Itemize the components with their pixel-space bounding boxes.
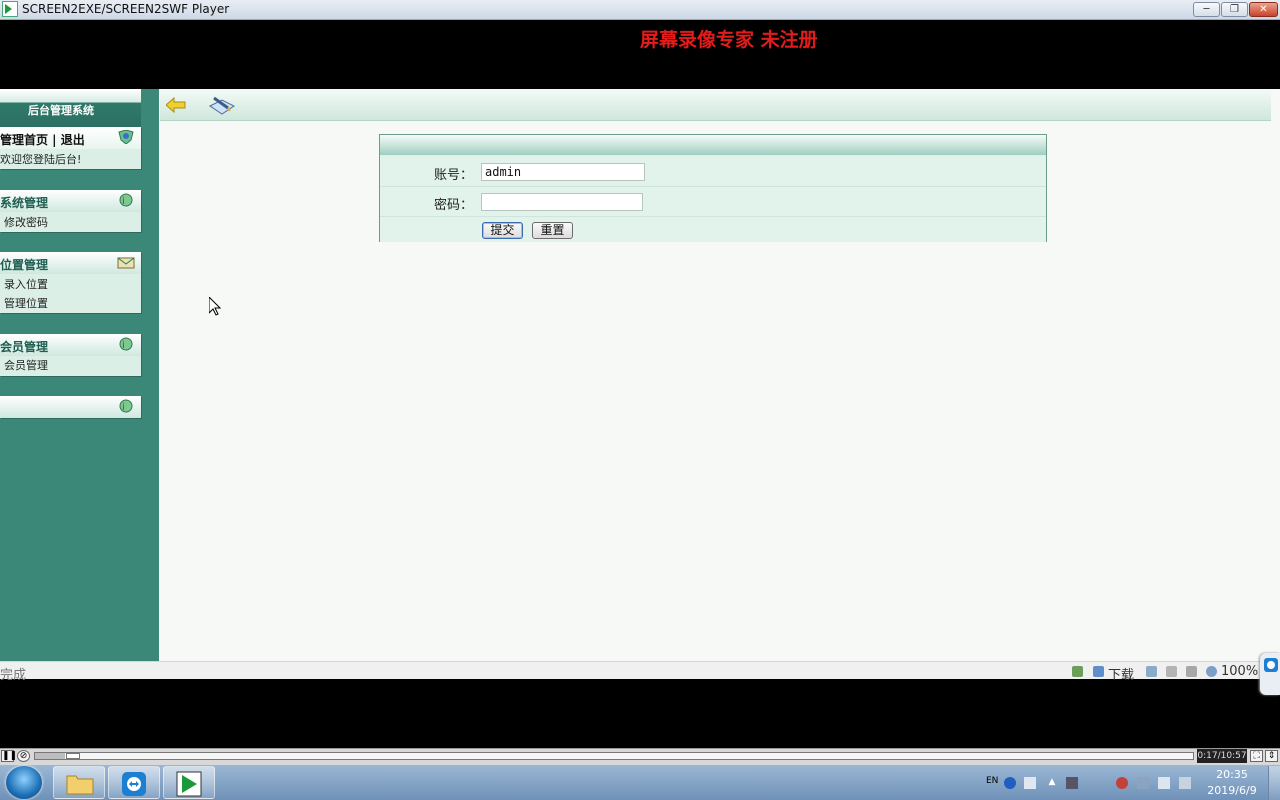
content-toolbar bbox=[160, 89, 1271, 121]
download-label[interactable]: 下载 bbox=[1108, 664, 1134, 683]
mouse-cursor-icon bbox=[209, 297, 221, 316]
language-indicator[interactable]: EN bbox=[986, 776, 998, 786]
screen-player-icon bbox=[176, 771, 202, 797]
window-title: SCREEN2EXE/SCREEN2SWF Player bbox=[22, 2, 230, 16]
reset-button[interactable]: 重置 bbox=[532, 222, 573, 239]
pause-button[interactable]: ❚❚ bbox=[1, 750, 17, 762]
sidebar-item-add-location[interactable]: 录入位置 bbox=[4, 276, 48, 292]
clock-date[interactable]: 2019/6/9 bbox=[1204, 784, 1260, 797]
taskbar-teamviewer[interactable] bbox=[108, 766, 160, 799]
document-icon bbox=[1146, 666, 1157, 677]
taskbar-file-explorer[interactable] bbox=[53, 766, 105, 799]
sidebar-header: 后台管理系统 bbox=[0, 89, 141, 127]
start-button[interactable] bbox=[6, 766, 42, 799]
login-form-header bbox=[380, 135, 1046, 155]
info-icon: i bbox=[119, 193, 133, 207]
welcome-text: 欢迎您登陆后台! bbox=[0, 153, 82, 166]
submit-button[interactable]: 提交 bbox=[482, 222, 523, 239]
back-arrow-icon[interactable] bbox=[166, 97, 186, 113]
unregistered-banner: 屏幕录像专家 未注册 bbox=[640, 29, 818, 51]
user-shield-icon bbox=[118, 130, 134, 144]
zoom-level[interactable]: 100% bbox=[1221, 664, 1258, 679]
sidebar-section-system[interactable]: 系统管理 bbox=[0, 194, 48, 211]
minimize-button[interactable]: ─ bbox=[1193, 2, 1220, 17]
stop-button[interactable]: ⊘ bbox=[17, 750, 30, 762]
sidebar-header-title: 后台管理系统 bbox=[28, 104, 94, 117]
printer-icon[interactable] bbox=[1166, 666, 1177, 677]
progress-thumb[interactable] bbox=[66, 753, 80, 759]
sidebar-panel-empty: i bbox=[0, 396, 141, 418]
teamviewer-side-tab[interactable] bbox=[1260, 653, 1280, 695]
sidebar-item-member-manage[interactable]: 会员管理 bbox=[4, 357, 48, 373]
close-button[interactable]: ✕ bbox=[1249, 2, 1278, 17]
sidebar-panel-system: 系统管理 i 修改密码 bbox=[0, 190, 141, 232]
password-input[interactable] bbox=[481, 193, 643, 211]
mail-folder-icon bbox=[117, 257, 135, 269]
tray-app-icon[interactable] bbox=[1066, 777, 1078, 789]
progress-track[interactable] bbox=[34, 752, 1194, 760]
account-input[interactable] bbox=[481, 163, 645, 181]
download-arrow-icon[interactable] bbox=[1093, 666, 1104, 677]
account-row bbox=[380, 157, 1046, 187]
sidebar-item-change-password[interactable]: 修改密码 bbox=[4, 214, 48, 230]
sidebar-panel-member: 会员管理 i 会员管理 bbox=[0, 334, 141, 376]
svg-text:i: i bbox=[122, 196, 125, 207]
security-icon[interactable] bbox=[1116, 777, 1128, 789]
zoom-icon[interactable] bbox=[1206, 666, 1217, 677]
progress-fill bbox=[35, 753, 65, 759]
clock-time[interactable]: 20:35 bbox=[1208, 768, 1256, 781]
password-label: 密码： bbox=[434, 198, 474, 213]
teamviewer-icon bbox=[122, 772, 146, 796]
home-logout-link[interactable]: 管理首页 | 退出 bbox=[0, 131, 85, 148]
network-icon[interactable] bbox=[1137, 777, 1149, 789]
teamviewer-icon bbox=[1264, 658, 1278, 672]
taskbar-screen-player[interactable] bbox=[163, 766, 215, 799]
info-icon: i bbox=[119, 399, 133, 413]
volume-icon[interactable] bbox=[1158, 777, 1170, 789]
help-icon[interactable] bbox=[1004, 777, 1016, 789]
sidebar-section-location[interactable]: 位置管理 bbox=[0, 256, 48, 273]
ime-icon[interactable] bbox=[1024, 777, 1036, 789]
sidebar-panel-location: 位置管理 录入位置 管理位置 bbox=[0, 252, 141, 313]
fullscreen-button[interactable]: ⛶ bbox=[1250, 750, 1263, 762]
sidebar-panel-home: 管理首页 | 退出 欢迎您登陆后台! bbox=[0, 127, 141, 169]
password-row bbox=[380, 187, 1046, 217]
sidebar-section-member[interactable]: 会员管理 bbox=[0, 338, 48, 355]
status-text: 完成 bbox=[0, 668, 27, 683]
time-readout: 0:17/10:57 bbox=[1197, 749, 1247, 763]
account-label: 账号： bbox=[434, 168, 474, 183]
info-icon: i bbox=[119, 337, 133, 351]
svg-text:i: i bbox=[122, 402, 125, 413]
action-center-icon[interactable] bbox=[1179, 777, 1191, 789]
tray-expand-icon[interactable]: ▲ bbox=[1046, 777, 1058, 789]
options-button[interactable]: ⇕ bbox=[1265, 750, 1278, 762]
show-desktop-button[interactable] bbox=[1268, 766, 1280, 800]
buttons-row bbox=[380, 217, 1046, 242]
sidebar-item-manage-location[interactable]: 管理位置 bbox=[4, 295, 48, 311]
page-icon bbox=[1072, 666, 1083, 677]
maximize-button[interactable]: ❐ bbox=[1221, 2, 1248, 17]
svg-text:i: i bbox=[122, 340, 125, 351]
file-explorer-icon bbox=[66, 775, 94, 795]
book-pen-icon[interactable] bbox=[208, 94, 236, 118]
speaker-icon[interactable] bbox=[1186, 666, 1197, 677]
player-app-icon bbox=[2, 1, 18, 17]
